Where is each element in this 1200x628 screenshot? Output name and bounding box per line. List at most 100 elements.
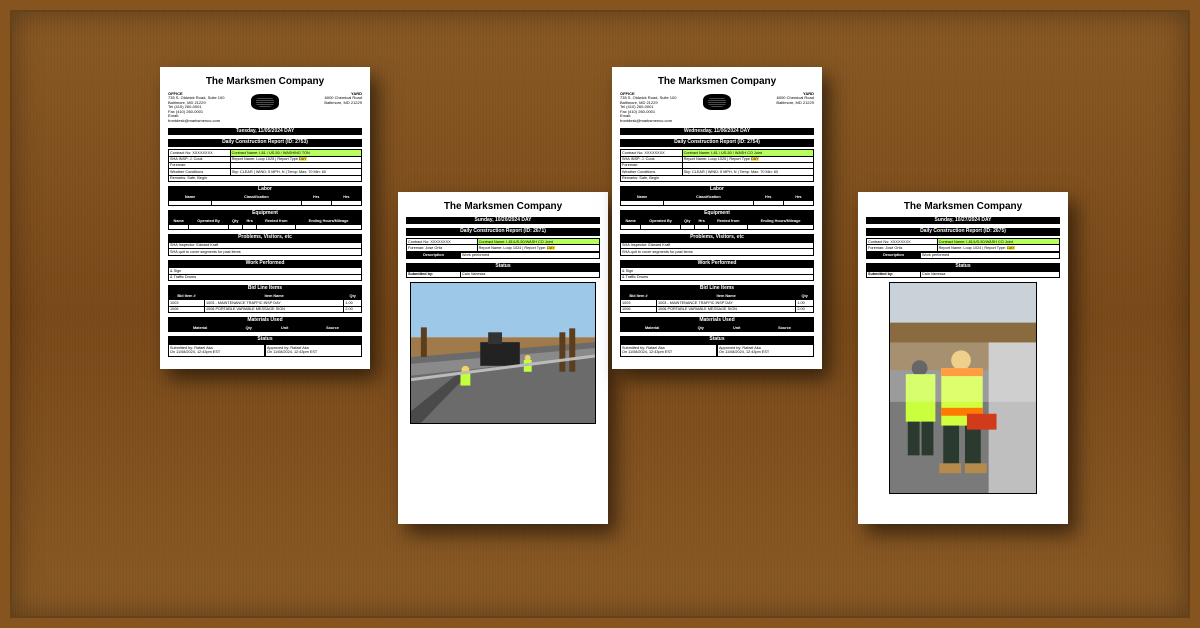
- company-title: The Marksmen Company: [620, 76, 814, 88]
- report-type-lbl: Report Type: [729, 157, 750, 161]
- sky: Sky: CLEAR: [684, 170, 705, 174]
- status-bar: Status: [866, 263, 1060, 271]
- report-sheet-2: The Marksmen Company Sunday, 10/20/2024 …: [398, 192, 608, 524]
- problems-table: SHA Inspector: Edward Kraft SHA quit to …: [620, 242, 814, 256]
- desc-table: DescriptionWork performed: [866, 252, 1060, 259]
- labor-table: NameClassificationHrsHrs: [620, 194, 814, 206]
- status-bar: Status: [406, 263, 600, 271]
- desc: Work performed: [921, 252, 1060, 258]
- equip-bar: Equipment: [168, 210, 362, 218]
- date-bar: Wednesday, 11/06/2024 DAY: [620, 128, 814, 136]
- temp: Temp: Max: 70 Min: 60: [288, 170, 326, 174]
- report-sheet-1: The Marksmen Company OFFICE 735 S. Oldwi…: [160, 67, 370, 369]
- foreman: Foreman: José Ortiz: [867, 245, 938, 251]
- status-table: Submitted by: Cain Vanessa: [406, 271, 600, 278]
- status-app-ts: On 11/08/2024, 12:43pm EST: [267, 350, 317, 354]
- problems-bar: Problems, Visitors, etc: [168, 234, 362, 242]
- sky: Sky: CLEAR: [232, 170, 253, 174]
- work-table: & Sign & Traffic Drums: [168, 267, 362, 281]
- desc-lbl: Description: [867, 252, 921, 258]
- date-bar: Sunday, 10/27/2024 DAY: [866, 217, 1060, 225]
- mat-bar: Materials Used: [620, 317, 814, 325]
- report-type-lbl: Report Type:: [524, 246, 546, 250]
- th: Unit: [718, 325, 756, 331]
- report-sheet-3: The Marksmen Company OFFICE 735 S. Oldwi…: [612, 67, 822, 369]
- th: Source: [756, 325, 814, 331]
- report-id-bar: Daily Construction Report (ID: 2675): [866, 228, 1060, 236]
- company-logo: [703, 94, 731, 110]
- date-bar: Tuesday, 11/05/2024 DAY: [168, 128, 362, 136]
- report-id-bar: Daily Construction Report (ID: 2754): [620, 139, 814, 147]
- td: 2.00: [344, 306, 362, 312]
- contract-table: Contract No: XXXXXXXXContract Name: I-81…: [406, 238, 600, 252]
- work-line: & Traffic Drums: [169, 274, 362, 280]
- work-table: & Sign & Traffic Drums: [620, 267, 814, 281]
- desc-lbl: Description: [407, 252, 461, 258]
- status-grid: Submitted by: Rafael AkaOn 11/08/2024, 1…: [168, 344, 362, 357]
- problems-line: SHA quit to cover segments for past item…: [169, 249, 362, 255]
- letterhead: OFFICE 735 S. Oldwick Road, Suite 100 Ba…: [168, 92, 362, 124]
- status-grid: Submitted by: Rafael AkaOn 11/08/2024, 1…: [620, 344, 814, 357]
- bid-bar: Bid Line Items: [620, 285, 814, 293]
- th: Source: [304, 325, 362, 331]
- cork-board: The Marksmen Company OFFICE 735 S. Oldwi…: [10, 10, 1190, 618]
- yard-addr2: Baltimore, MD 21229: [324, 100, 362, 105]
- yard-addr2: Baltimore, MD 21229: [776, 100, 814, 105]
- sub-lbl: Submitted by:: [408, 272, 433, 276]
- report-name: Report Name: Loop 1024: [479, 246, 522, 250]
- report-id-bar: Daily Construction Report (ID: 2671): [406, 228, 600, 236]
- wind: WIND: 5 MPH, N: [256, 170, 285, 174]
- th: Unit: [266, 325, 304, 331]
- desc: Work performed: [461, 252, 600, 258]
- desc-table: DescriptionWork performed: [406, 252, 600, 259]
- mat-bar: Materials Used: [168, 317, 362, 325]
- problems-table: SHA Inspector: Edward Kraft SHA quit to …: [168, 242, 362, 256]
- td: 2.00: [796, 306, 814, 312]
- date-bar: Sunday, 10/20/2024 DAY: [406, 217, 600, 225]
- td: 1006: [621, 306, 657, 312]
- company-title: The Marksmen Company: [866, 201, 1060, 213]
- status-table: Submitted by:Cain Vanessa: [866, 271, 1060, 278]
- equip-table: NameOperated ByQtyHrsRented fromEnding H…: [620, 218, 814, 230]
- sub-lbl: Submitted by:: [868, 272, 893, 276]
- report-type: DAY: [547, 246, 555, 250]
- bid-table: Bid Item #Item NameQty 10031003 - MAINTE…: [620, 293, 814, 313]
- work-bar: Work Performed: [168, 260, 362, 268]
- wind: WIND: 5 MPH, N: [708, 170, 737, 174]
- th: Qty: [232, 325, 266, 331]
- office-email: Email: frontdesk@marksmenco.com: [168, 113, 220, 123]
- report-id-bar: Daily Construction Report (ID: 2753): [168, 139, 362, 147]
- labor-bar: Labor: [620, 186, 814, 194]
- report-type-lbl: Report Type: [277, 157, 298, 161]
- report-photo: [410, 282, 596, 424]
- report-type-lbl: Report Type:: [984, 246, 1006, 250]
- labor-table: NameClassificationHrsHrs: [168, 194, 362, 206]
- company-title: The Marksmen Company: [406, 201, 600, 213]
- company-logo: [251, 94, 279, 110]
- mat-table: MaterialQtyUnitSource: [620, 325, 814, 332]
- work-line: & Traffic Drums: [621, 274, 814, 280]
- temp: Temp: Max: 70 Min: 60: [740, 170, 778, 174]
- bid-table: Bid Item #Item NameQty 10031003 - MAINTE…: [168, 293, 362, 313]
- remarks: Remarks: Safe, Begin: [621, 175, 814, 181]
- th: Material: [169, 325, 232, 331]
- td: 1006 PORTABLE VARIABLE MESSAGE SIGN: [656, 306, 795, 312]
- bridge-paving-photo: [411, 283, 595, 423]
- report-name: Report Name: Loop 1025: [684, 157, 727, 161]
- remarks: Remarks: Safe, Begin: [169, 175, 362, 181]
- equip-bar: Equipment: [620, 210, 814, 218]
- status-bar: Status: [620, 336, 814, 344]
- report-photo: [870, 282, 1056, 494]
- contract-table: Contract No: XXXXXXXXContract Name: I-81…: [620, 149, 814, 182]
- foreman: Foreman: José Ortiz: [407, 245, 478, 251]
- contract-table: Contract No: XXXXXXXXContract Name: I-81…: [866, 238, 1060, 252]
- bid-bar: Bid Line Items: [168, 285, 362, 293]
- report-type: DAY: [299, 157, 307, 161]
- equip-table: NameOperated ByQtyHrsRented fromEnding H…: [168, 218, 362, 230]
- report-name: Report Name: Loop 1024: [939, 246, 982, 250]
- problems-line: SHA quit to cover segments for past item…: [621, 249, 814, 255]
- status-bar: Status: [168, 336, 362, 344]
- mat-table: MaterialQtyUnitSource: [168, 325, 362, 332]
- problems-bar: Problems, Visitors, etc: [620, 234, 814, 242]
- sub-val: Cain Vanessa: [461, 271, 600, 277]
